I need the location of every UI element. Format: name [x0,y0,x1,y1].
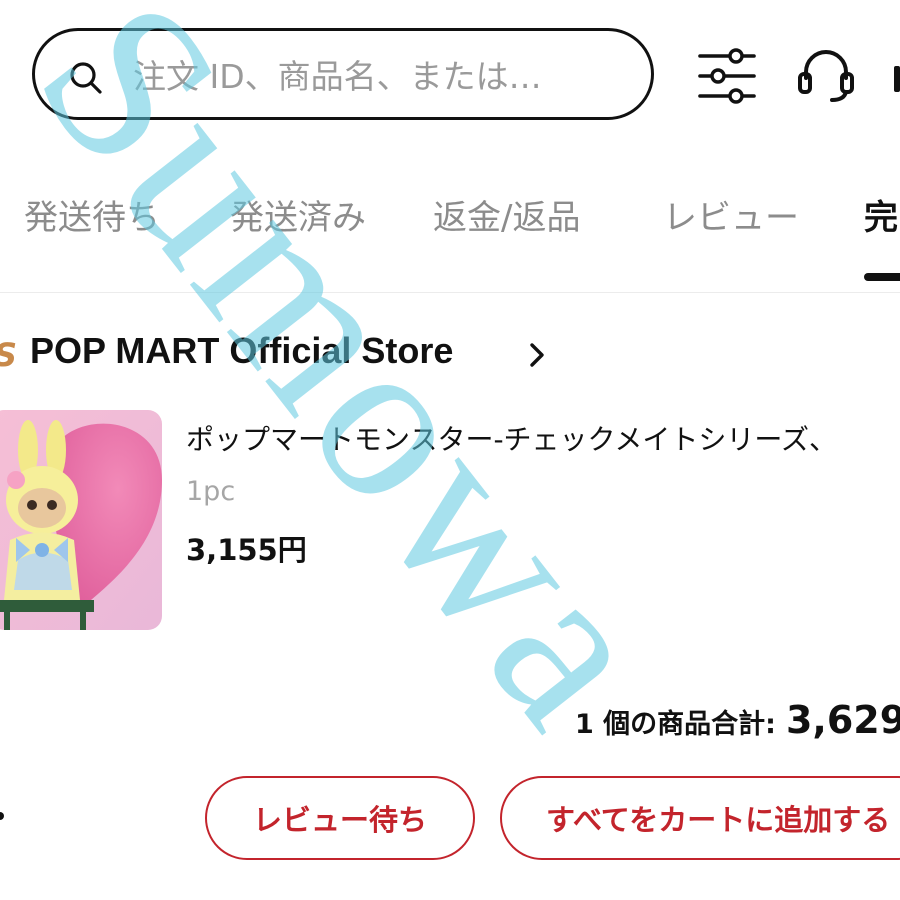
more-dot [0,812,4,820]
search-bar[interactable] [32,28,654,120]
total-value: 3,629 [785,698,900,742]
tab-review[interactable]: レビュー [663,190,799,239]
total-label: 1 個の商品合計: [575,709,776,740]
tab-completed[interactable]: 完 [864,190,898,239]
chevron-right-icon[interactable] [526,340,548,370]
store-name[interactable]: POP MART Official Store [30,330,453,372]
tab-shipped[interactable]: 発送済み [230,190,366,239]
product-price: 3,155円 [186,533,307,567]
review-pending-button[interactable]: レビュー待ち [205,776,475,860]
active-tab-indicator [864,273,900,281]
divider [0,292,900,293]
product-title[interactable]: ポップマートモンスター-チェックメイトシリーズ、 [186,418,837,458]
search-input[interactable] [133,51,633,101]
product-image[interactable] [0,410,162,630]
add-all-to-cart-button[interactable]: すべてをカートに追加する [500,776,900,860]
more-icon-edge [894,66,900,92]
order-status-tabs: 発送待ち 発送済み 返金/返品 レビュー 完 [0,180,900,290]
store-logo: S [0,336,17,374]
order-total: 1 個の商品合計: 3,629 [575,698,900,742]
headset-icon[interactable] [796,48,856,104]
sliders-icon[interactable] [698,48,756,104]
product-quantity: 1pc [186,476,236,507]
search-icon [70,62,102,94]
tab-awaiting-shipment[interactable]: 発送待ち [24,190,160,239]
store-header[interactable]: S POP MART Official Store [0,330,900,380]
tab-refund-return[interactable]: 返金/返品 [433,190,580,239]
